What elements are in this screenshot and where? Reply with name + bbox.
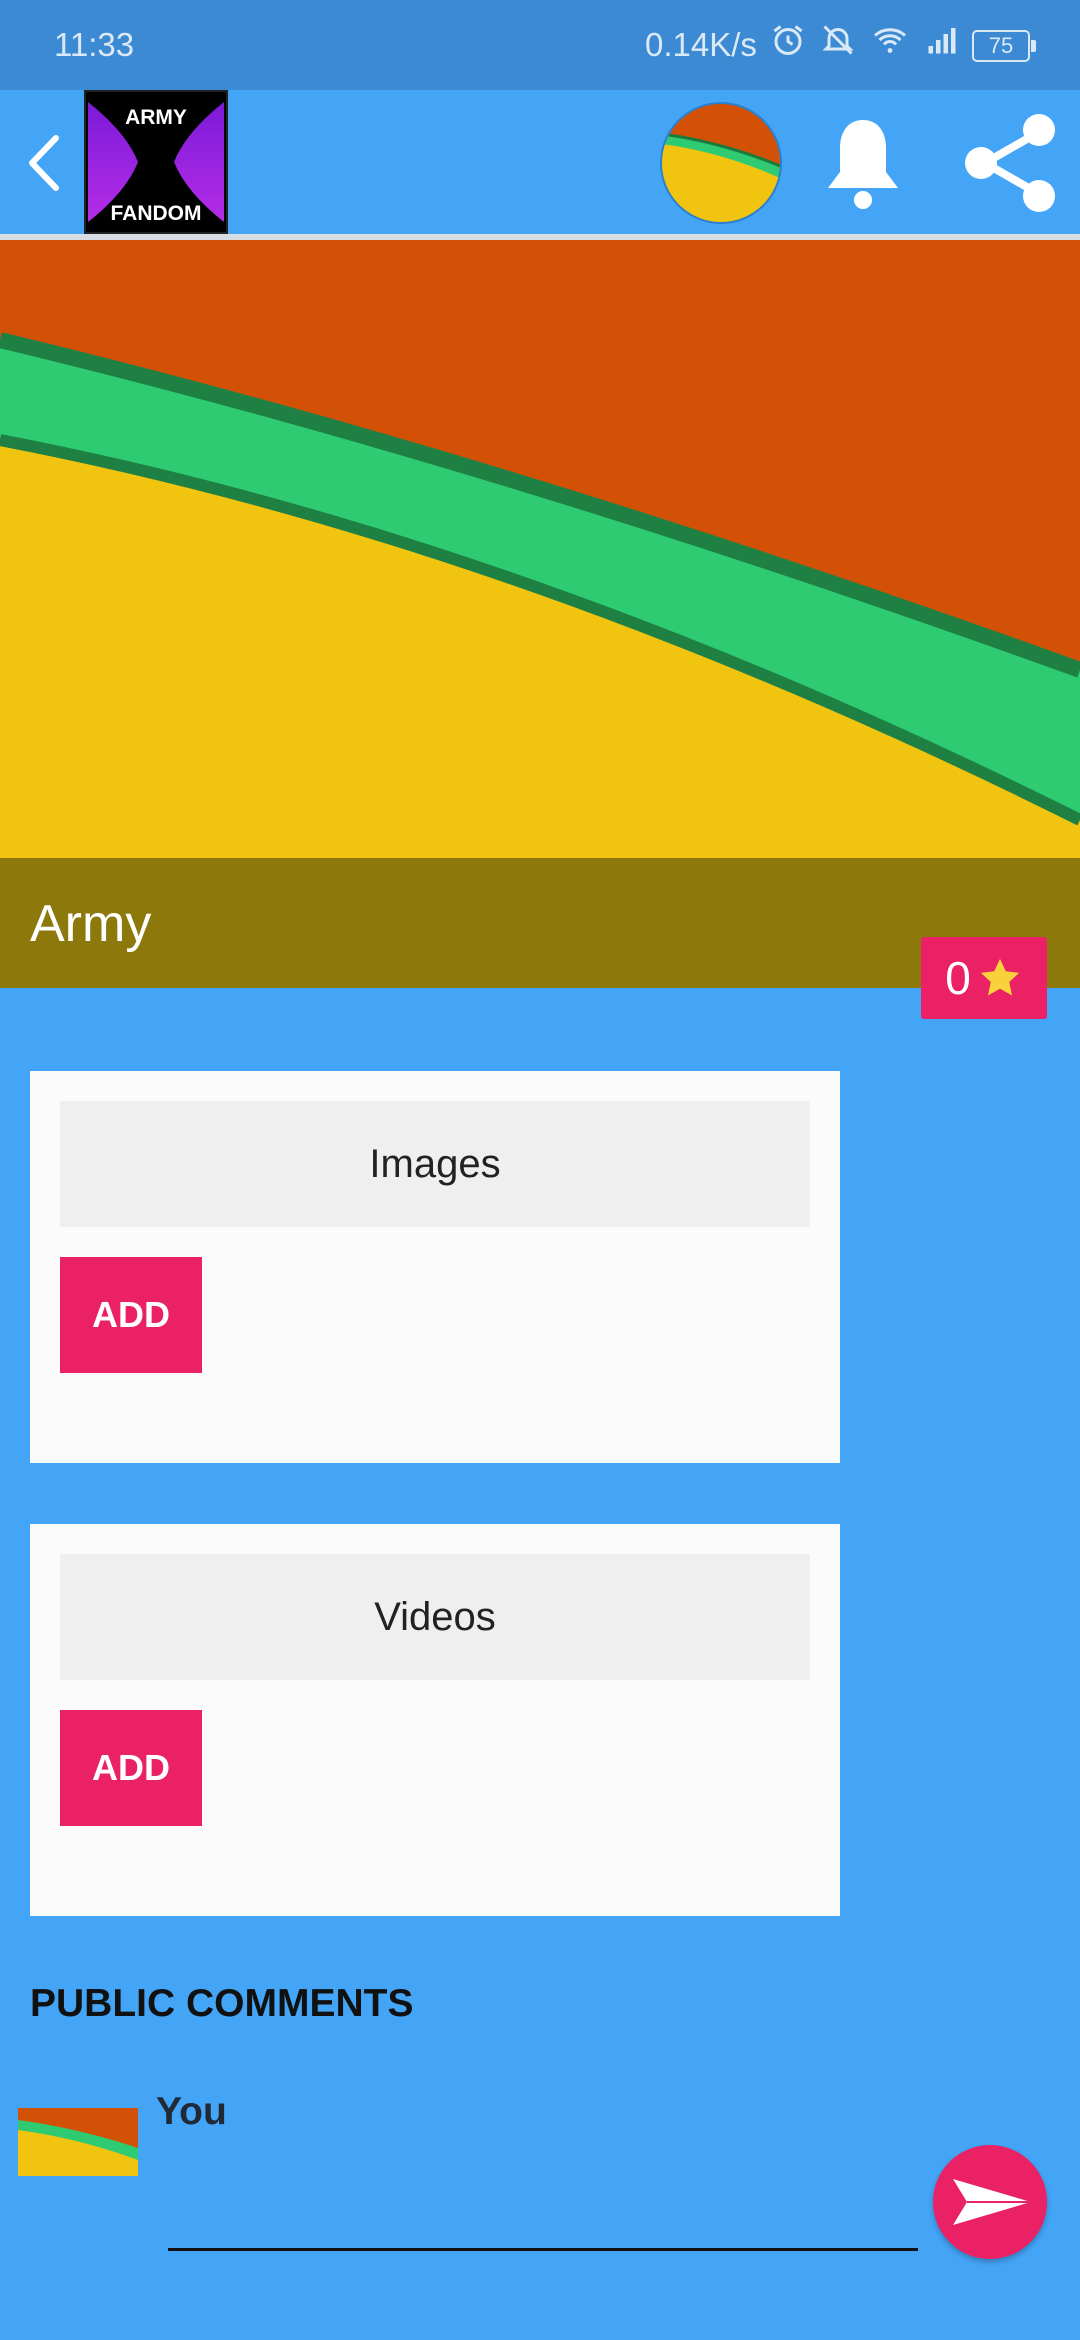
avatar-image (662, 104, 780, 222)
bell-icon[interactable] (820, 112, 906, 212)
videos-card: Videos ADD (30, 1524, 840, 1916)
logo-text-bottom: FANDOM (110, 202, 202, 225)
signal-icon (928, 28, 956, 54)
images-label: Images (369, 1141, 501, 1186)
videos-label: Videos (374, 1594, 496, 1639)
comment-avatar (18, 2108, 138, 2176)
add-video-button[interactable]: ADD (60, 1710, 202, 1826)
images-header: Images (60, 1101, 810, 1227)
add-image-button[interactable]: ADD (60, 1257, 202, 1373)
send-icon (953, 2179, 1031, 2225)
mute-icon (822, 25, 854, 55)
share-icon[interactable] (955, 108, 1065, 218)
comment-user-name: You (156, 2090, 227, 2133)
back-arrow-icon[interactable] (18, 128, 68, 198)
rating-count: 0 (945, 952, 971, 1004)
app-logo[interactable]: ARMY FANDOM (84, 90, 228, 234)
alarm-icon (773, 25, 803, 55)
group-title: Army (30, 895, 152, 953)
cover-graphic (0, 240, 1080, 858)
group-title-band: Army (0, 858, 1080, 988)
battery-icon: 75 (972, 30, 1036, 62)
images-card: Images ADD (30, 1071, 840, 1463)
comment-input[interactable] (168, 2188, 918, 2251)
status-time: 11:33 (54, 26, 135, 63)
wifi-icon (874, 28, 906, 53)
network-speed: 0.14K/s (645, 26, 757, 63)
rating-badge[interactable]: 0 (921, 937, 1047, 1019)
status-bar: 11:33 0.14K/s 75 (0, 0, 1080, 90)
profile-avatar[interactable] (660, 102, 782, 224)
star-icon (980, 958, 1019, 996)
cover-image (0, 240, 1080, 858)
app-toolbar: ARMY FANDOM (0, 90, 1080, 240)
status-icons (770, 22, 960, 58)
battery-level: 75 (988, 33, 1014, 58)
comments-heading: PUBLIC COMMENTS (30, 1982, 414, 2025)
send-button[interactable] (933, 2145, 1047, 2259)
videos-header: Videos (60, 1554, 810, 1680)
logo-text-top: ARMY (125, 106, 187, 129)
comment-avatar-image (18, 2108, 138, 2176)
